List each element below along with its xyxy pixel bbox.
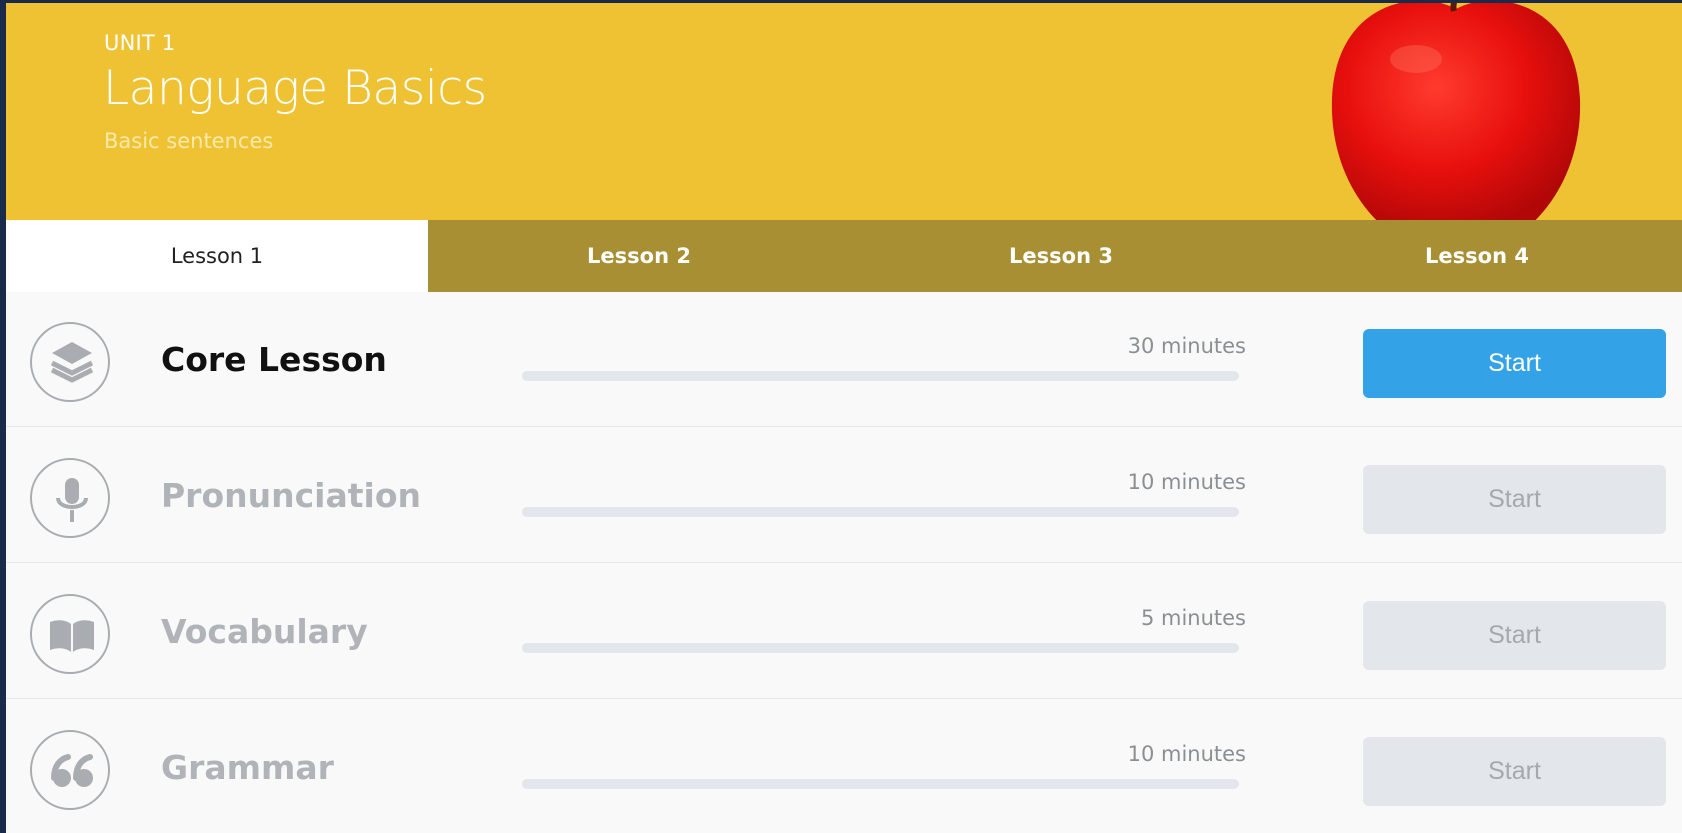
progress-bar xyxy=(522,371,1239,381)
activity-row-grammar: Grammar 10 minutes Start xyxy=(6,700,1682,833)
unit-subtitle: Basic sentences xyxy=(104,129,274,153)
unit-page: UNIT 1 Language Basics Basic sentences L… xyxy=(6,3,1682,833)
activity-name: Core Lesson xyxy=(161,340,387,379)
layers-icon xyxy=(30,322,110,402)
activity-duration: 10 minutes xyxy=(1127,470,1246,494)
start-button[interactable]: Start xyxy=(1363,329,1666,398)
microphone-icon xyxy=(30,458,110,538)
activity-row-core-lesson: Core Lesson 30 minutes Start xyxy=(6,292,1682,427)
progress-bar xyxy=(522,779,1239,789)
activity-name: Grammar xyxy=(161,748,334,787)
unit-label: UNIT 1 xyxy=(104,31,176,55)
start-button[interactable]: Start xyxy=(1363,737,1666,806)
quote-icon xyxy=(30,730,110,810)
unit-title: Language Basics xyxy=(103,61,487,116)
activity-name: Pronunciation xyxy=(161,476,422,515)
progress-bar xyxy=(522,507,1239,517)
tab-lesson-1[interactable]: Lesson 1 xyxy=(6,220,428,292)
unit-header: UNIT 1 Language Basics Basic sentences xyxy=(6,3,1682,220)
activity-duration: 5 minutes xyxy=(1140,606,1246,630)
activity-row-vocabulary: Vocabulary 5 minutes Start xyxy=(6,564,1682,699)
tab-lesson-4[interactable]: Lesson 4 xyxy=(1272,220,1682,292)
activity-name: Vocabulary xyxy=(161,612,368,651)
book-icon xyxy=(30,594,110,674)
lesson-tabs: Lesson 1 Lesson 2 Lesson 3 Lesson 4 xyxy=(6,220,1682,292)
activity-duration: 30 minutes xyxy=(1127,334,1246,358)
start-button[interactable]: Start xyxy=(1363,465,1666,534)
activity-duration: 10 minutes xyxy=(1127,742,1246,766)
tab-lesson-3[interactable]: Lesson 3 xyxy=(850,220,1272,292)
apple-image xyxy=(1326,3,1586,220)
start-button[interactable]: Start xyxy=(1363,601,1666,670)
progress-bar xyxy=(522,643,1239,653)
tab-lesson-2[interactable]: Lesson 2 xyxy=(428,220,850,292)
activity-row-pronunciation: Pronunciation 10 minutes Start xyxy=(6,428,1682,563)
